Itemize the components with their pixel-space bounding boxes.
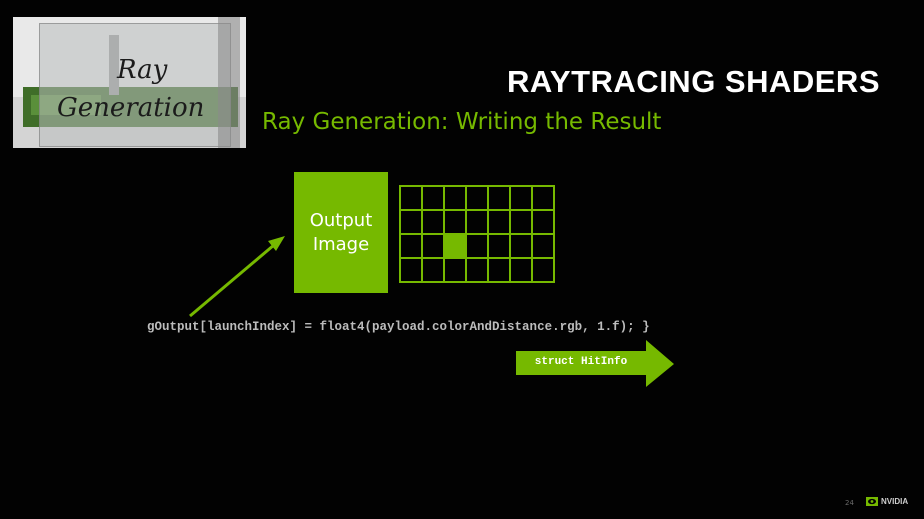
- nvidia-eye-icon: [866, 497, 878, 506]
- grid-cell: [509, 185, 533, 211]
- grid-cell: [443, 185, 467, 211]
- grid-cell: [531, 233, 555, 259]
- grid-cell: [399, 185, 423, 211]
- grid-cell: [399, 233, 423, 259]
- grid-cell: [487, 257, 511, 283]
- grid-cell: [509, 233, 533, 259]
- grid-cell: [443, 209, 467, 235]
- grid-cell: [487, 209, 511, 235]
- grid-cell: [421, 257, 445, 283]
- grid-cell: [421, 209, 445, 235]
- struct-arrow-label: struct HitInfo: [534, 356, 628, 368]
- grid-cell: [465, 257, 489, 283]
- grid-cell: [443, 257, 467, 283]
- pixel-grid: [399, 185, 555, 283]
- grid-cell: [509, 257, 533, 283]
- output-image-box: Output Image: [294, 172, 388, 293]
- grid-cell: [531, 209, 555, 235]
- grid-cell: [465, 209, 489, 235]
- nvidia-logo: NVIDIA: [866, 497, 908, 506]
- grid-cell: [531, 185, 555, 211]
- output-box-label-line2: Image: [312, 233, 370, 255]
- highlighted-pixel: [443, 233, 467, 259]
- grid-cell: [465, 185, 489, 211]
- grid-cell: [399, 257, 423, 283]
- grid-cell: [531, 257, 555, 283]
- grid-cell: [509, 209, 533, 235]
- output-box-label-line1: Output: [309, 209, 373, 231]
- slide: Ray Generation RAYTRACING SHADERS Ray Ge…: [0, 0, 924, 519]
- grid-cell: [465, 233, 489, 259]
- grid-cell: [421, 185, 445, 211]
- code-line: gOutput[launchIndex] = float4(payload.co…: [147, 320, 650, 334]
- grid-cell: [487, 185, 511, 211]
- grid-cell: [487, 233, 511, 259]
- grid-cell: [421, 233, 445, 259]
- page-number: 24: [845, 499, 854, 507]
- grid-cell: [399, 209, 423, 235]
- logo-text: NVIDIA: [881, 497, 909, 506]
